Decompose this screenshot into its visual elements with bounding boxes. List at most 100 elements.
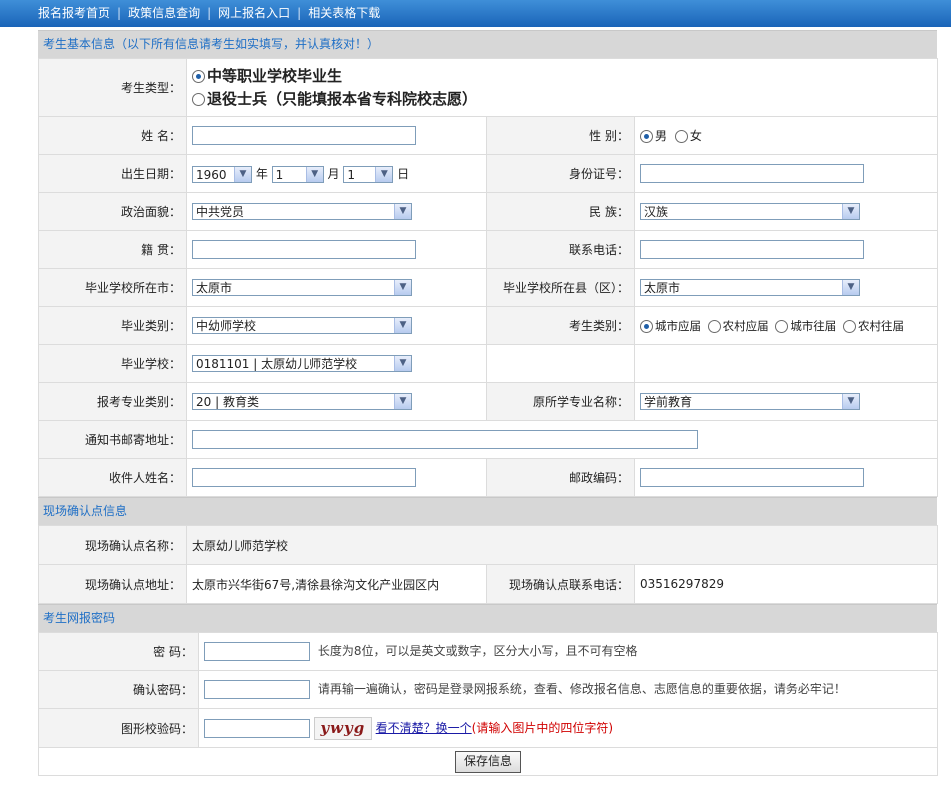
- birth-year-unit: 年: [255, 166, 268, 181]
- school-county-select[interactable]: 太原市 ▼: [640, 279, 860, 296]
- ethnicity-select[interactable]: 汉族 ▼: [640, 203, 860, 220]
- exam-category-option: 城市应届: [655, 318, 701, 333]
- exam-category-radio-rural-past[interactable]: [842, 319, 856, 333]
- gender-option-male: 男: [655, 129, 668, 143]
- password-input[interactable]: [204, 642, 310, 661]
- captcha-refresh-link[interactable]: 看不清楚？换一个: [376, 721, 472, 735]
- top-nav-bar: 报名报考首页 | 政策信息查询 | 网上报名入口 | 相关表格下载: [0, 0, 951, 27]
- nav-forms-link[interactable]: 相关表格下载: [308, 6, 380, 20]
- site-name-value: 太原幼儿师范学校: [186, 525, 938, 565]
- postcode-label: 邮政编码：: [486, 458, 635, 497]
- candidate-type-label: 考生类型：: [38, 58, 187, 117]
- password-hint: 长度为8位，可以是英文或数字，区分大小写，且不可有空格: [317, 644, 638, 658]
- birth-day-value: 1: [347, 167, 355, 182]
- empty-cell: [634, 344, 938, 383]
- gender-radio-female[interactable]: [674, 130, 688, 143]
- chevron-down-icon: ▼: [394, 204, 411, 219]
- birth-month-unit: 月: [327, 166, 340, 181]
- recipient-label: 收件人姓名：: [38, 458, 187, 497]
- password-table: 密 码： 长度为8位，可以是英文或数字，区分大小写，且不可有空格 确认密码： 请…: [38, 632, 938, 776]
- phone-input[interactable]: [640, 240, 864, 259]
- chevron-down-icon: ▼: [394, 394, 411, 409]
- site-phone-label: 现场确认点联系电话：: [486, 564, 635, 604]
- save-row: 保存信息: [38, 747, 938, 776]
- password-label: 密 码：: [38, 632, 199, 671]
- grad-category-select[interactable]: 中幼师学校 ▼: [192, 317, 412, 334]
- native-place-label: 籍 贯：: [38, 230, 187, 269]
- orig-major-value: 学前教育: [644, 395, 693, 409]
- recipient-input[interactable]: [192, 468, 416, 487]
- postcode-input[interactable]: [640, 468, 864, 487]
- exam-category-label: 考生类别：: [486, 306, 635, 345]
- nav-separator: |: [297, 6, 302, 20]
- exam-category-radio-city-past[interactable]: [775, 319, 789, 333]
- chevron-down-icon: ▼: [394, 280, 411, 295]
- site-name-label: 现场确认点名称：: [38, 525, 187, 565]
- native-place-input[interactable]: [192, 240, 416, 259]
- phone-label: 联系电话：: [486, 230, 635, 269]
- confirm-password-label: 确认密码：: [38, 670, 199, 709]
- section-password-title: 考生网报密码: [38, 604, 937, 632]
- mail-address-label: 通知书邮寄地址：: [38, 420, 187, 459]
- captcha-label: 图形校验码：: [38, 708, 199, 748]
- birth-label: 出生日期：: [38, 154, 187, 193]
- birth-year-select[interactable]: 1960 ▼: [192, 165, 252, 183]
- orig-major-label: 原所学专业名称：: [486, 382, 635, 421]
- nav-policy-link[interactable]: 政策信息查询: [128, 6, 200, 20]
- save-button[interactable]: 保存信息: [454, 750, 521, 773]
- major-category-value: 20 | 教育类: [196, 395, 259, 409]
- name-label: 姓 名：: [38, 116, 187, 155]
- chevron-down-icon: ▼: [842, 204, 859, 219]
- mail-address-input[interactable]: [192, 430, 698, 449]
- site-address-value: 太原市兴华街67号,清徐县徐沟文化产业园区内: [186, 564, 487, 604]
- school-city-select[interactable]: 太原市 ▼: [192, 279, 412, 296]
- site-address-label: 现场确认点地址：: [38, 564, 187, 604]
- nav-home-link[interactable]: 报名报考首页: [38, 6, 110, 20]
- captcha-input[interactable]: [204, 718, 310, 738]
- nav-separator: |: [207, 6, 212, 20]
- gender-option-female: 女: [689, 129, 702, 143]
- candidate-type-option-veteran: 退役士兵（只能填报本省专科院校志愿）: [207, 89, 478, 108]
- school-value: 0181101 | 太原幼儿师范学校: [196, 357, 358, 371]
- top-nav-links: 报名报考首页 | 政策信息查询 | 网上报名入口 | 相关表格下载: [38, 0, 380, 27]
- chevron-down-icon: ▼: [375, 166, 393, 182]
- politics-select[interactable]: 中共党员 ▼: [192, 203, 412, 220]
- chevron-down-icon: ▼: [394, 356, 411, 371]
- id-number-input[interactable]: [640, 164, 864, 183]
- exam-category-option: 城市往届: [790, 318, 837, 333]
- exam-category-radio-city-fresh[interactable]: [640, 319, 653, 333]
- site-info-table: 现场确认点名称： 太原幼儿师范学校 现场确认点地址： 太原市兴华街67号,清徐县…: [38, 525, 938, 604]
- chevron-down-icon: ▼: [842, 280, 859, 295]
- confirm-password-input[interactable]: [204, 680, 310, 699]
- gender-radio-male[interactable]: [640, 130, 653, 143]
- major-category-select[interactable]: 20 | 教育类 ▼: [192, 393, 412, 410]
- nav-register-link[interactable]: 网上报名入口: [218, 6, 290, 20]
- birth-month-select[interactable]: 1 ▼: [271, 165, 324, 183]
- birth-day-unit: 日: [397, 166, 410, 181]
- politics-value: 中共党员: [196, 205, 245, 219]
- empty-cell: [486, 344, 635, 383]
- candidate-type-radio-veteran[interactable]: [192, 92, 205, 106]
- exam-category-radio-rural-fresh[interactable]: [707, 319, 721, 333]
- school-select[interactable]: 0181101 | 太原幼儿师范学校 ▼: [192, 355, 412, 372]
- ethnicity-value: 汉族: [644, 205, 669, 219]
- candidate-type-option-vocational: 中等职业学校毕业生: [207, 66, 343, 85]
- orig-major-select[interactable]: 学前教育 ▼: [640, 393, 860, 410]
- grad-category-label: 毕业类别：: [38, 306, 187, 345]
- exam-category-option: 农村应届: [722, 318, 769, 333]
- chevron-down-icon: ▼: [842, 394, 859, 409]
- major-category-label: 报考专业类别：: [38, 382, 187, 421]
- nav-separator: |: [117, 6, 122, 20]
- grad-category-value: 中幼师学校: [196, 319, 257, 333]
- registration-form: 考生基本信息（以下所有信息请考生如实填写，并认真核对！） 考生类型： 中等职业学…: [38, 30, 938, 776]
- name-input[interactable]: [192, 126, 416, 145]
- school-county-value: 太原市: [644, 281, 681, 295]
- birth-year-value: 1960: [196, 167, 227, 182]
- section-basic-info-title: 考生基本信息（以下所有信息请考生如实填写，并认真核对！）: [38, 30, 937, 58]
- birth-day-select[interactable]: 1 ▼: [343, 165, 394, 183]
- candidate-type-radio-vocational[interactable]: [192, 69, 205, 83]
- school-city-value: 太原市: [196, 281, 233, 295]
- captcha-image: ywyg: [313, 716, 372, 740]
- school-county-label: 毕业学校所在县（区）：: [486, 268, 635, 307]
- site-phone-value: 03516297829: [634, 564, 938, 604]
